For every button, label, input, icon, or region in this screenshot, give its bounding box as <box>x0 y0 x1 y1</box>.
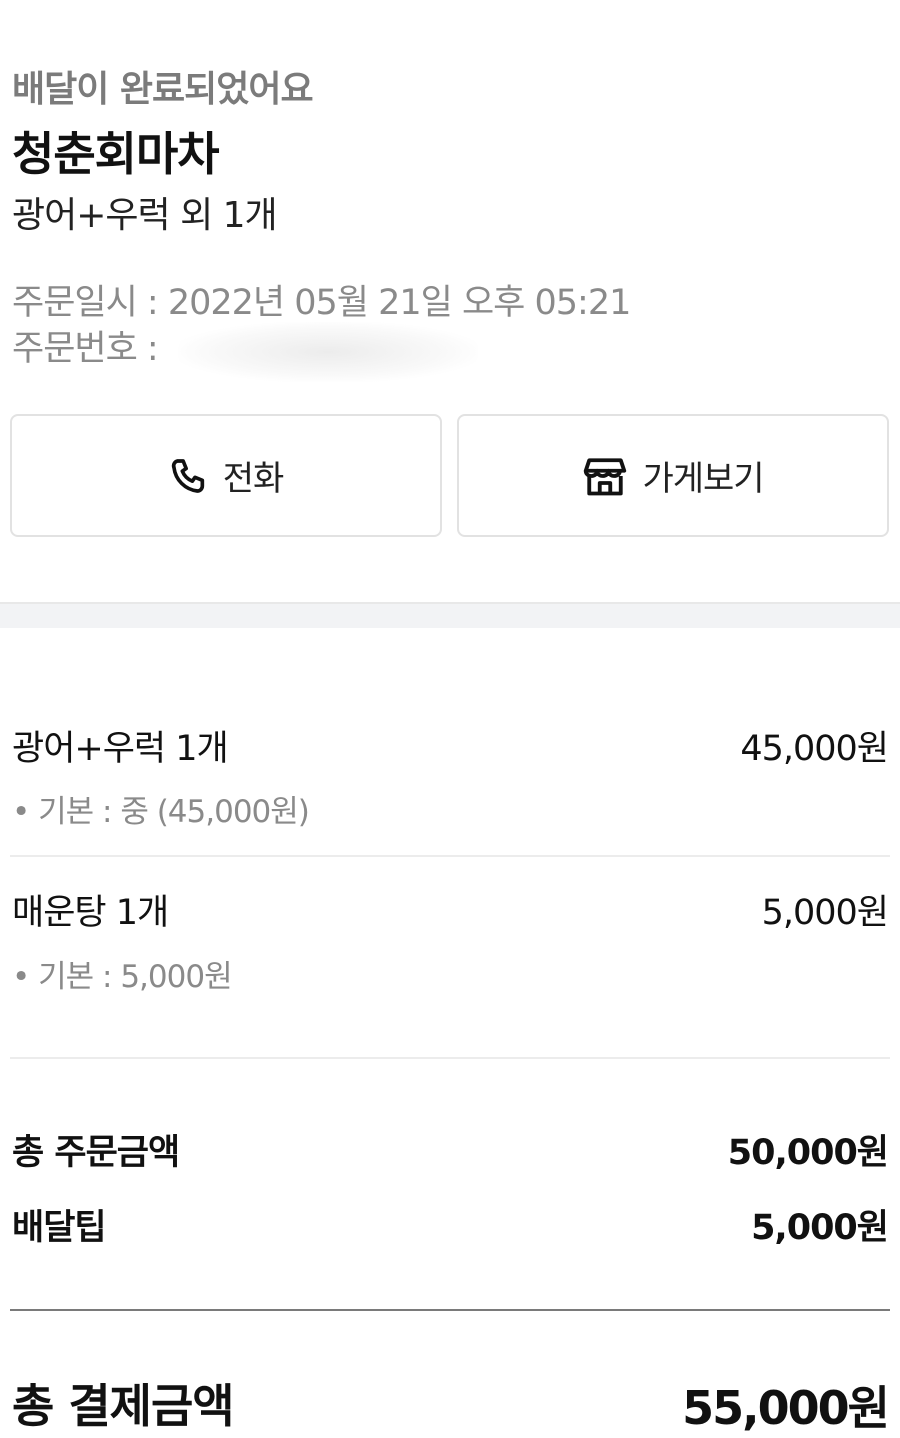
item-price: 45,000원 <box>740 729 889 769</box>
view-store-button[interactable]: 가게보기 <box>457 414 889 537</box>
total-divider <box>10 1309 890 1311</box>
total-payment-value: 55,000원 <box>682 1381 890 1435</box>
item-name: 광어+우럭 1개 <box>12 729 229 769</box>
item-option: • 기본 : 중 (45,000원) <box>12 794 310 830</box>
item-name: 매운탕 1개 <box>12 893 169 933</box>
order-date: 주문일시 : 2022년 05월 21일 오후 05:21 <box>12 283 631 323</box>
delivery-tip-label: 배달팁 <box>12 1208 107 1248</box>
call-button[interactable]: 전화 <box>10 414 442 537</box>
order-status: 배달이 완료되었어요 <box>12 69 314 110</box>
store-icon <box>582 455 628 497</box>
store-name: 청춘회마차 <box>12 127 220 181</box>
item-option: • 기본 : 5,000원 <box>12 959 233 995</box>
phone-icon <box>169 456 209 496</box>
section-separator <box>0 602 900 628</box>
order-amount-label: 총 주문금액 <box>12 1133 180 1173</box>
delivery-tip-value: 5,000원 <box>751 1208 889 1248</box>
order-amount-value: 50,000원 <box>727 1133 889 1173</box>
call-button-label: 전화 <box>222 459 285 499</box>
item-divider <box>10 855 890 857</box>
order-summary: 광어+우럭 외 1개 <box>12 195 278 236</box>
redacted-order-number <box>178 322 478 382</box>
item-price: 5,000원 <box>761 893 889 933</box>
total-payment-label: 총 결제금액 <box>12 1379 235 1433</box>
view-store-button-label: 가게보기 <box>642 459 764 499</box>
items-divider <box>10 1057 890 1059</box>
order-number-label: 주문번호 : <box>12 329 159 369</box>
